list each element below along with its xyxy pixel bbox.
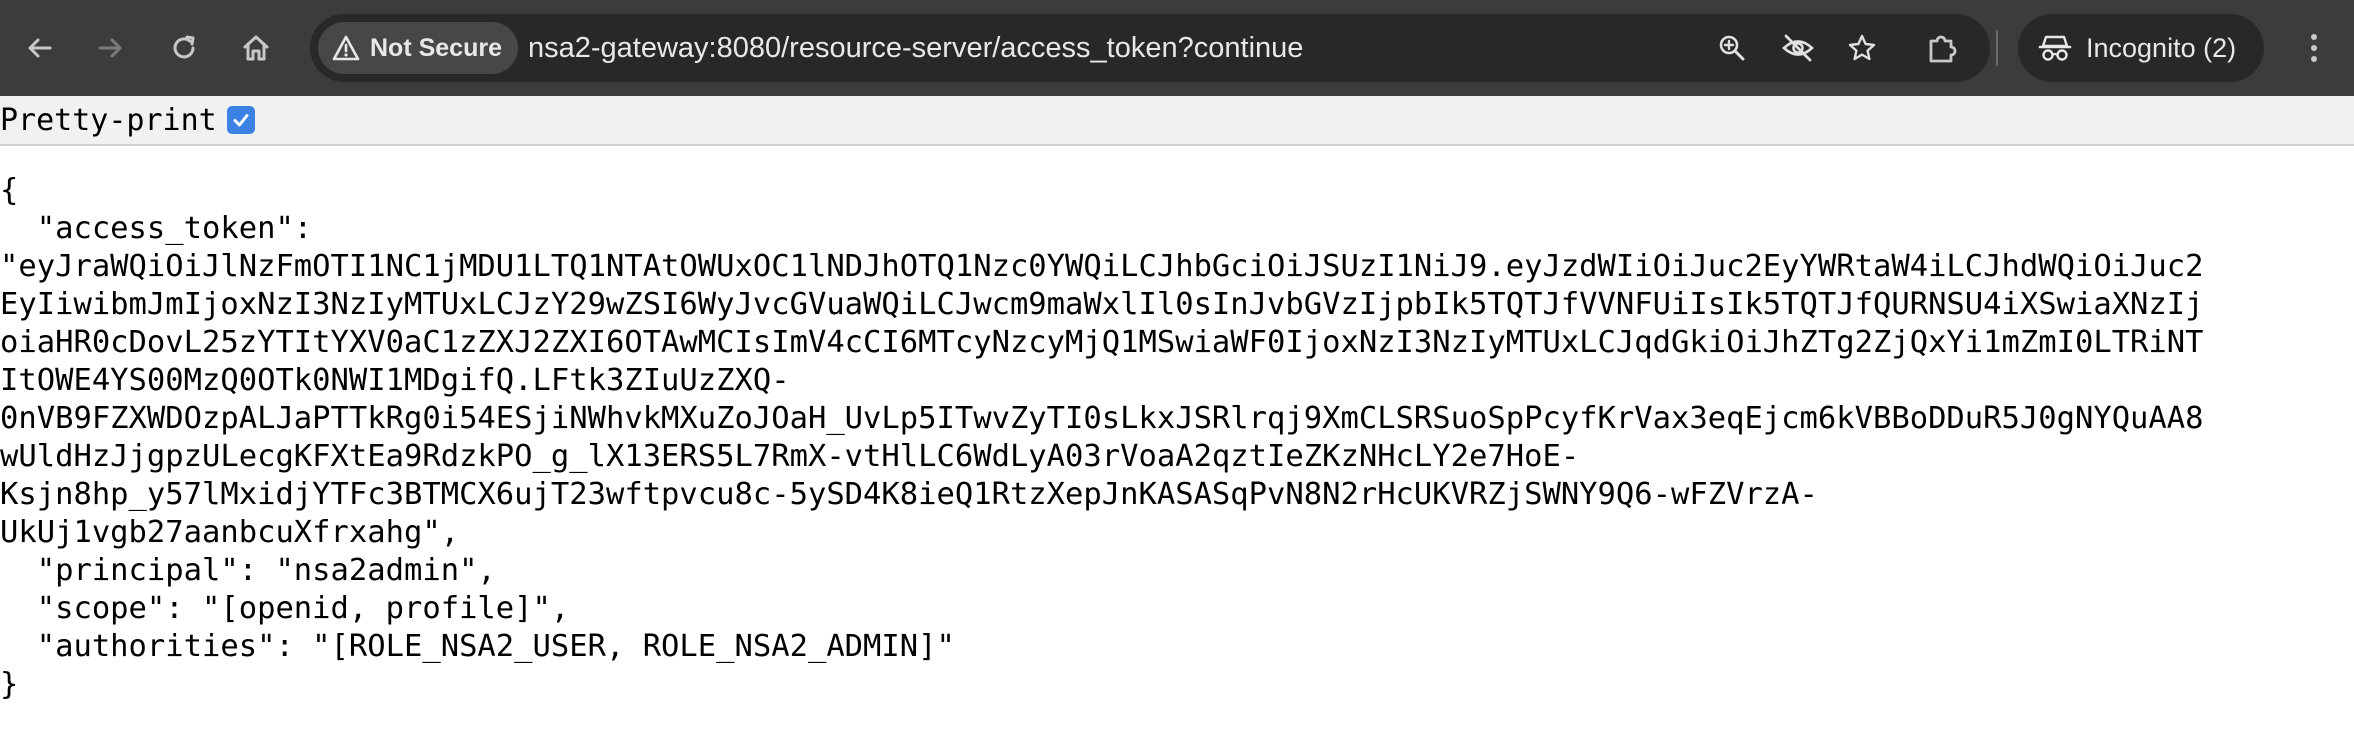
tracking-protection-button[interactable] <box>1776 26 1820 70</box>
reload-icon <box>173 35 195 59</box>
json-line: UkUj1vgb27aanbcuXfrxahg", <box>0 515 460 550</box>
bookmark-button[interactable] <box>1840 26 1884 70</box>
zoom-button[interactable] <box>1710 26 1754 70</box>
json-line: } <box>0 667 19 702</box>
address-bar[interactable]: Not Secure nsa2-gateway:8080/resource-se… <box>310 14 1990 82</box>
incognito-icon <box>2038 35 2072 61</box>
json-line: wUldHzJjgpzULecgKFXtEa9RdzkPO_g_lX13ERS5… <box>0 439 1580 474</box>
star-icon <box>1848 34 1876 61</box>
url-text[interactable]: nsa2-gateway:8080/resource-server/access… <box>528 14 1303 82</box>
json-line: "eyJraWQiOiJlNzFmOTI1NC1jMDU1LTQ1NTAtOWU… <box>0 249 2204 284</box>
home-button[interactable] <box>232 24 280 72</box>
json-line: "authorities": "[ROLE_NSA2_USER, ROLE_NS… <box>0 629 955 664</box>
security-chip-label: Not Secure <box>370 33 502 62</box>
json-line: 0nVB9FZXWDOzpALJaPTTkRg0i54ESjiNWhvkMXuZ… <box>0 401 2204 436</box>
forward-button[interactable] <box>86 24 134 72</box>
json-line: "access_token": <box>0 211 313 246</box>
extensions-button[interactable] <box>1918 24 1966 72</box>
checkmark-icon <box>233 114 249 127</box>
browser-toolbar: Not Secure nsa2-gateway:8080/resource-se… <box>0 0 2354 96</box>
puzzle-icon <box>1929 35 1957 63</box>
json-line: EyIiwibmJmIjoxNzI3NzIyMTUxLCJzY29wZSI6Wy… <box>0 287 2204 322</box>
incognito-button[interactable]: Incognito (2) <box>2018 14 2265 82</box>
warning-triangle-icon <box>332 35 360 61</box>
back-button[interactable] <box>16 24 64 72</box>
eye-off-icon <box>1782 34 1814 62</box>
json-line: Ksjn8hp_y57lMxidjYTFc3BTMCX6ujT23wftpvcu… <box>0 477 1818 512</box>
json-line: "scope": "[openid, profile]", <box>0 591 570 626</box>
security-chip[interactable]: Not Secure <box>318 22 518 74</box>
pretty-print-label: Pretty-print <box>0 102 217 138</box>
incognito-label: Incognito (2) <box>2086 32 2237 63</box>
page-content: Pretty-print { "access_token": "eyJraWQiO… <box>0 96 2354 752</box>
arrow-right-icon <box>98 38 122 58</box>
toolbar-separator <box>1996 30 1998 66</box>
browser-menu-button[interactable] <box>2290 24 2338 72</box>
reload-button[interactable] <box>160 24 208 72</box>
json-line: "principal": "nsa2admin", <box>0 553 496 588</box>
json-line: oiaHR0cDovL25zYTItYXV0aC1zZXJ2ZXI6OTAwMC… <box>0 325 2204 360</box>
json-line: { <box>0 173 19 208</box>
pretty-print-checkbox[interactable] <box>226 106 255 134</box>
json-body: { "access_token": "eyJraWQiOiJlNzFmOTI1NC… <box>0 172 2204 704</box>
pretty-print-bar: Pretty-print <box>0 96 2354 146</box>
zoom-icon <box>1719 35 1745 61</box>
home-icon <box>243 35 269 61</box>
kebab-menu-icon <box>2311 34 2317 62</box>
arrow-left-icon <box>28 38 52 58</box>
json-line: ItOWE4YS00MzQ0OTk0NWI1MDgifQ.LFtk3ZIuUzZ… <box>0 363 790 398</box>
